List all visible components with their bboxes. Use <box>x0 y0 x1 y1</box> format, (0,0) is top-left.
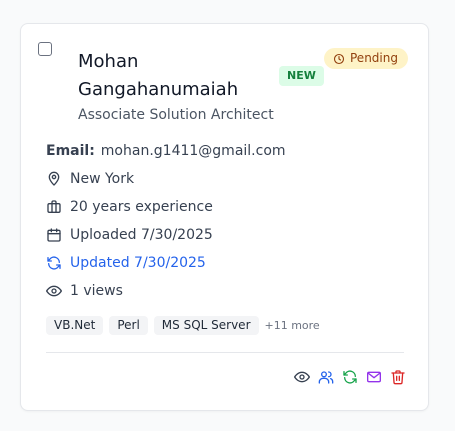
location-text: New York <box>70 171 135 187</box>
email-button[interactable] <box>365 368 382 385</box>
clock-icon <box>333 53 345 65</box>
uploaded-text: Uploaded 7/30/2025 <box>70 227 213 243</box>
skill-tag: Perl <box>109 316 148 335</box>
briefcase-icon <box>46 199 62 215</box>
divider <box>46 352 404 353</box>
experience-text: 20 years experience <box>70 199 213 215</box>
email-label: Email: <box>46 143 95 159</box>
share-button[interactable] <box>317 368 334 385</box>
users-icon <box>318 370 333 384</box>
skill-tag: MS SQL Server <box>153 316 259 335</box>
skills-list: VB.Net Perl MS SQL Server +11 more <box>46 316 320 335</box>
status-badge: Pending <box>324 48 408 69</box>
candidate-name[interactable]: Mohan Gangahanumaiah <box>78 48 273 104</box>
updated-text: Updated 7/30/2025 <box>70 255 206 271</box>
mail-icon <box>366 371 381 382</box>
candidate-card: Mohan Gangahanumaiah Associate Solution … <box>20 23 429 411</box>
candidate-title: Associate Solution Architect <box>78 107 274 123</box>
email-row: Email: mohan.g1411@gmail.com <box>46 141 286 161</box>
more-skills[interactable]: +11 more <box>265 319 320 332</box>
uploaded-row: Uploaded 7/30/2025 <box>46 225 213 245</box>
new-badge: NEW <box>279 66 324 86</box>
eye-icon <box>46 283 62 299</box>
select-checkbox[interactable] <box>38 42 52 56</box>
view-button[interactable] <box>293 368 310 385</box>
skill-tag: VB.Net <box>46 316 104 335</box>
location-row: New York <box>46 169 134 189</box>
calendar-icon <box>46 227 62 243</box>
action-bar <box>293 368 406 385</box>
experience-row: 20 years experience <box>46 197 213 217</box>
trash-icon <box>390 369 405 384</box>
eye-icon <box>293 371 310 382</box>
views-row: 1 views <box>46 281 123 301</box>
views-text: 1 views <box>70 283 123 299</box>
refresh-button[interactable] <box>341 368 358 385</box>
status-label: Pending <box>350 51 398 65</box>
email-value[interactable]: mohan.g1411@gmail.com <box>101 141 286 161</box>
refresh-icon <box>342 369 357 384</box>
map-pin-icon <box>46 171 62 187</box>
delete-button[interactable] <box>389 368 406 385</box>
refresh-icon <box>46 255 62 271</box>
updated-row: Updated 7/30/2025 <box>46 253 206 273</box>
